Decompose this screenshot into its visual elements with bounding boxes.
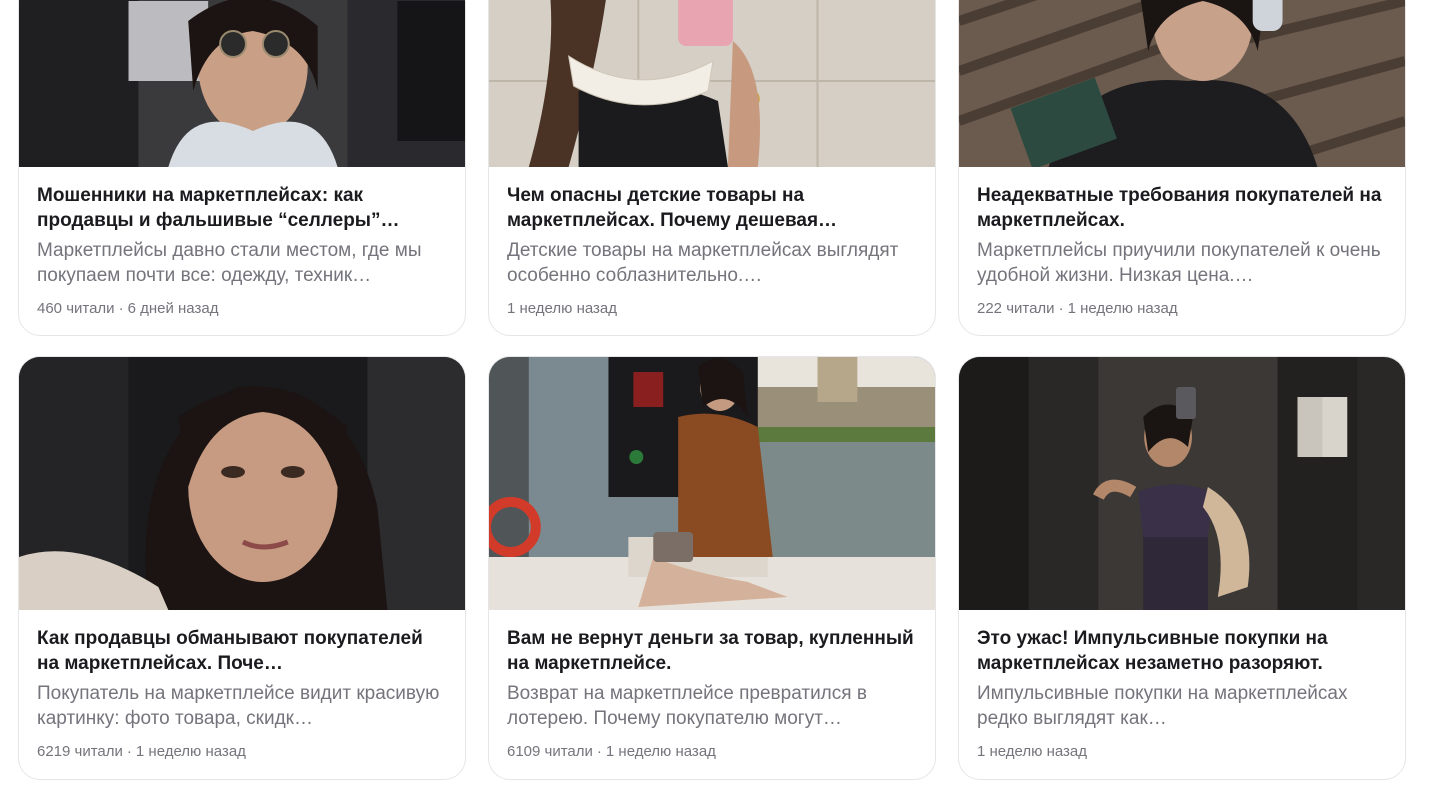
article-meta: 1 неделю назад: [507, 300, 917, 317]
article-description: Маркетплейсы приучили покупателей к очен…: [977, 240, 1381, 286]
article-title[interactable]: Как продавцы обманывают покупателей на м…: [37, 626, 447, 676]
article-thumbnail[interactable]: [959, 0, 1405, 167]
article-thumbnail[interactable]: [959, 357, 1405, 610]
article-card[interactable]: Вам не вернут деньги за товар, купленный…: [488, 356, 936, 780]
article-card[interactable]: Это ужас! Импульсивные покупки на маркет…: [958, 356, 1406, 780]
article-thumbnail[interactable]: [489, 0, 935, 167]
article-title[interactable]: Мошенники на маркетплейсах: как продавцы…: [37, 183, 447, 233]
meta-separator: ·: [596, 743, 602, 760]
publish-time: 1 неделю назад: [1067, 300, 1178, 317]
article-meta: 6109 читали · 1 неделю назад: [507, 743, 917, 760]
article-card[interactable]: Чем опасны детские товары на маркетплейс…: [488, 0, 936, 336]
article-thumbnail[interactable]: [489, 357, 935, 610]
article-card[interactable]: Как продавцы обманывают покупателей на м…: [18, 356, 466, 780]
article-description: Детские товары на маркетплейсах выглядят…: [507, 240, 899, 286]
article-description: Импульсивные покупки на маркетплейсах ре…: [977, 683, 1348, 729]
article-title[interactable]: Вам не вернут деньги за товар, купленный…: [507, 626, 917, 676]
meta-separator: ·: [1058, 300, 1064, 317]
read-count: 460 читали: [37, 300, 115, 317]
publish-time: 1 неделю назад: [507, 300, 618, 317]
article-description: Маркетплейсы давно стали местом, где мы …: [37, 240, 422, 286]
article-card[interactable]: Мошенники на маркетплейсах: как продавцы…: [18, 0, 466, 336]
article-title[interactable]: Неадекватные требования покупателей на м…: [977, 183, 1387, 233]
article-meta: 6219 читали · 1 неделю назад: [37, 743, 447, 760]
read-count: 6219 читали: [37, 743, 123, 760]
article-thumbnail[interactable]: [19, 0, 465, 167]
article-description: Покупатель на маркетплейсе видит красиву…: [37, 683, 440, 729]
article-title[interactable]: Чем опасны детские товары на маркетплейс…: [507, 183, 917, 233]
article-meta: 222 читали · 1 неделю назад: [977, 300, 1387, 317]
publish-time: 1 неделю назад: [135, 743, 246, 760]
meta-separator: ·: [126, 743, 132, 760]
article-meta: 1 неделю назад: [977, 743, 1387, 760]
article-thumbnail[interactable]: [19, 357, 465, 610]
article-card[interactable]: Неадекватные требования покупателей на м…: [958, 0, 1406, 336]
publish-time: 6 дней назад: [127, 300, 219, 317]
article-meta: 460 читали · 6 дней назад: [37, 300, 447, 317]
read-count: 6109 читали: [507, 743, 593, 760]
meta-separator: ·: [118, 300, 124, 317]
read-count: 222 читали: [977, 300, 1055, 317]
article-description: Возврат на маркетплейсе превратился в ло…: [507, 683, 867, 729]
publish-time: 1 неделю назад: [977, 743, 1088, 760]
article-title[interactable]: Это ужас! Импульсивные покупки на маркет…: [977, 626, 1387, 676]
publish-time: 1 неделю назад: [605, 743, 716, 760]
